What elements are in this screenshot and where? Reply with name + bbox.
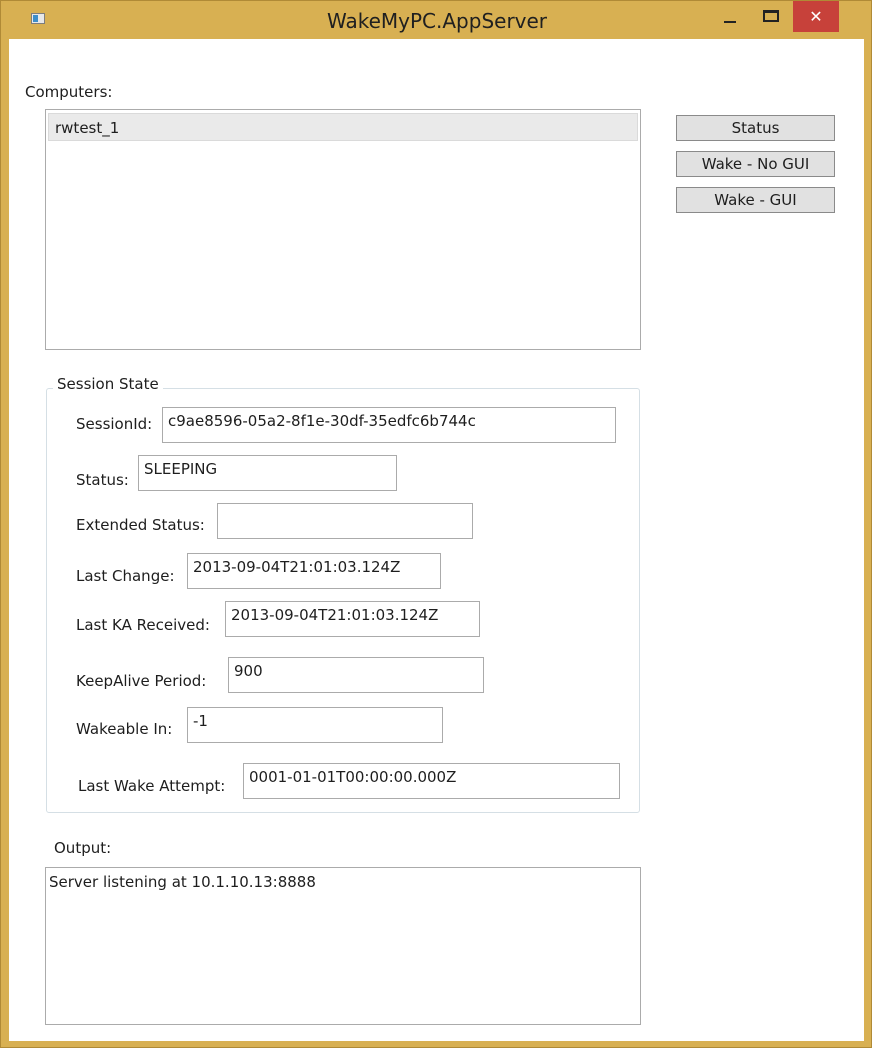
client-area: Computers: rwtest_1 Status Wake - No GUI…	[9, 39, 864, 1041]
output-text: Server listening at 10.1.10.13:8888	[49, 873, 316, 891]
list-item[interactable]: rwtest_1	[48, 113, 638, 141]
minimize-icon	[724, 21, 736, 23]
window-frame: WakeMyPC.AppServer ✕ Computers: rwtest_1…	[0, 0, 872, 1048]
last-ka-received-label: Last KA Received:	[76, 616, 210, 634]
title-bar[interactable]: WakeMyPC.AppServer ✕	[1, 1, 872, 39]
close-button[interactable]: ✕	[793, 1, 839, 32]
status-button[interactable]: Status	[676, 115, 835, 141]
session-state-title: Session State	[53, 375, 163, 393]
maximize-icon	[763, 10, 779, 22]
extended-status-label: Extended Status:	[76, 516, 205, 534]
session-id-label: SessionId:	[76, 415, 153, 433]
output-textbox[interactable]: Server listening at 10.1.10.13:8888	[45, 867, 641, 1025]
session-id-field[interactable]: c9ae8596-05a2-8f1e-30df-35edfc6b744c	[162, 407, 616, 443]
last-ka-received-field[interactable]: 2013-09-04T21:01:03.124Z	[225, 601, 480, 637]
close-icon: ✕	[809, 7, 823, 26]
last-wake-attempt-field[interactable]: 0001-01-01T00:00:00.000Z	[243, 763, 620, 799]
keepalive-period-field[interactable]: 900	[228, 657, 484, 693]
wakeable-in-label: Wakeable In:	[76, 720, 173, 738]
last-change-field[interactable]: 2013-09-04T21:01:03.124Z	[187, 553, 441, 589]
status-label: Status:	[76, 471, 129, 489]
extended-status-field[interactable]	[217, 503, 473, 539]
wakeable-in-field[interactable]: -1	[187, 707, 443, 743]
computers-label: Computers:	[25, 83, 113, 101]
status-field[interactable]: SLEEPING	[138, 455, 397, 491]
last-wake-attempt-label: Last Wake Attempt:	[78, 777, 226, 795]
wake-no-gui-button[interactable]: Wake - No GUI	[676, 151, 835, 177]
wake-gui-button[interactable]: Wake - GUI	[676, 187, 835, 213]
last-change-label: Last Change:	[76, 567, 175, 585]
maximize-button[interactable]	[751, 1, 791, 31]
minimize-button[interactable]	[711, 1, 749, 31]
computers-listbox[interactable]: rwtest_1	[45, 109, 641, 350]
keepalive-period-label: KeepAlive Period:	[76, 672, 207, 690]
output-label: Output:	[54, 839, 112, 857]
